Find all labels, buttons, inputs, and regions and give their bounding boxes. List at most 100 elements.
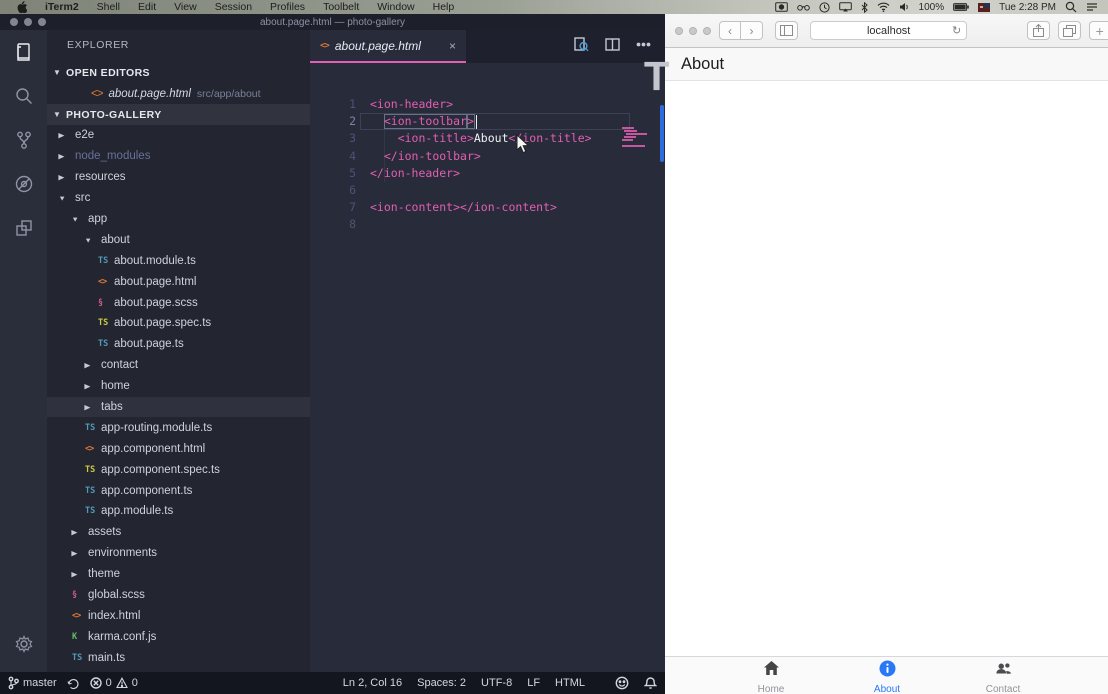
- code-line-2[interactable]: 2 <ion-toolbar>: [310, 113, 665, 130]
- problems-status[interactable]: 00: [90, 677, 138, 689]
- language-mode-status[interactable]: HTML: [555, 677, 585, 689]
- menubar-item-help[interactable]: Help: [424, 0, 464, 14]
- tree-folder-theme[interactable]: ▶theme: [47, 564, 310, 585]
- zoom-window-button[interactable]: [38, 18, 46, 26]
- gear-icon[interactable]: [0, 622, 47, 666]
- tree-file-about-module-ts[interactable]: TSabout.module.ts: [47, 250, 310, 271]
- reload-icon[interactable]: ↻: [952, 24, 961, 37]
- tree-file-about-page-html[interactable]: <>about.page.html: [47, 271, 310, 292]
- tree-file-index-html[interactable]: <>index.html: [47, 605, 310, 626]
- share-button[interactable]: [1027, 21, 1050, 40]
- close-tab-icon[interactable]: ×: [449, 39, 456, 53]
- close-window-button[interactable]: [675, 27, 683, 35]
- vscode-titlebar[interactable]: about.page.html — photo-gallery: [0, 14, 665, 30]
- back-button[interactable]: ‹: [719, 21, 741, 40]
- feedback-smiley-icon[interactable]: [615, 676, 629, 690]
- menubar-item-profiles[interactable]: Profiles: [261, 0, 314, 14]
- menubar-item-window[interactable]: Window: [368, 0, 423, 14]
- menubar-item-session[interactable]: Session: [206, 0, 261, 14]
- tree-file-app-component-html[interactable]: <>app.component.html: [47, 438, 310, 459]
- menubar-item-view[interactable]: View: [165, 0, 206, 14]
- tree-file-about-page-spec-ts[interactable]: TSabout.page.spec.ts: [47, 313, 310, 334]
- menubar-item-toolbelt[interactable]: Toolbelt: [314, 0, 368, 14]
- project-section-header[interactable]: ▼ PHOTO-GALLERY: [47, 104, 310, 125]
- code-line-1[interactable]: 1<ion-header>: [310, 96, 665, 113]
- tree-folder-resources[interactable]: ▶resources: [47, 167, 310, 188]
- tree-file-app-component-ts[interactable]: TSapp.component.ts: [47, 480, 310, 501]
- menubar-item-shell[interactable]: Shell: [88, 0, 129, 14]
- code-line-3[interactable]: 3 <ion-title>About</ion-title>: [310, 130, 665, 147]
- wifi-icon[interactable]: [877, 2, 890, 12]
- menubar-clock[interactable]: Tue 2:28 PM: [999, 2, 1056, 13]
- tree-file-app-routing-module-ts[interactable]: TSapp-routing.module.ts: [47, 417, 310, 438]
- time-machine-icon[interactable]: [819, 2, 830, 13]
- ion-tab-home[interactable]: Home: [713, 657, 829, 694]
- menubar-item-iterm2[interactable]: iTerm2: [36, 0, 88, 14]
- notification-center-icon[interactable]: [1086, 2, 1098, 12]
- input-flag-icon[interactable]: [978, 3, 990, 12]
- find-in-file-icon[interactable]: [574, 37, 589, 57]
- code-line-4[interactable]: 4 </ion-toolbar>: [310, 148, 665, 165]
- tree-folder-environments[interactable]: ▶environments: [47, 543, 310, 564]
- tree-folder-node-modules[interactable]: ▶node_modules: [47, 146, 310, 167]
- tree-folder-about[interactable]: ▼about: [47, 229, 310, 250]
- code-editor[interactable]: 1<ion-header>2 <ion-toolbar>3 <ion-title…: [310, 63, 665, 672]
- tree-folder-assets[interactable]: ▶assets: [47, 522, 310, 543]
- tree-folder-app[interactable]: ▼app: [47, 209, 310, 230]
- volume-icon[interactable]: [899, 2, 910, 12]
- sync-status[interactable]: [67, 677, 80, 690]
- vscode-traffic-lights[interactable]: [0, 18, 46, 26]
- tree-file-global-scss[interactable]: §global.scss: [47, 585, 310, 606]
- glasses-icon[interactable]: [797, 4, 810, 11]
- tree-file-app-component-spec-ts[interactable]: TSapp.component.spec.ts: [47, 459, 310, 480]
- show-all-tabs-button[interactable]: [1058, 21, 1081, 40]
- new-tab-button[interactable]: +: [1089, 21, 1108, 40]
- safari-traffic-lights[interactable]: [665, 27, 711, 35]
- spotlight-icon[interactable]: [1065, 1, 1077, 13]
- airplay-icon[interactable]: [839, 2, 852, 12]
- notifications-bell-icon[interactable]: [644, 676, 657, 690]
- split-editor-icon[interactable]: [605, 37, 620, 57]
- code-line-6[interactable]: 6: [310, 182, 665, 199]
- code-line-7[interactable]: 7<ion-content></ion-content>: [310, 199, 665, 216]
- editor-scrollbar[interactable]: [660, 105, 664, 162]
- extensions-icon[interactable]: [0, 206, 47, 250]
- cursor-position-status[interactable]: Ln 2, Col 16: [343, 677, 402, 689]
- close-window-button[interactable]: [10, 18, 18, 26]
- minimap[interactable]: [622, 96, 656, 156]
- tab-about-page-html[interactable]: <> about.page.html ×: [310, 30, 466, 63]
- minimize-window-button[interactable]: [689, 27, 697, 35]
- eol-status[interactable]: LF: [527, 677, 540, 689]
- debug-icon[interactable]: [0, 162, 47, 206]
- indentation-status[interactable]: Spaces: 2: [417, 677, 466, 689]
- explorer-icon[interactable]: [0, 30, 47, 74]
- code-line-8[interactable]: 8: [310, 216, 665, 233]
- tree-folder-home[interactable]: ▶home: [47, 376, 310, 397]
- code-line-5[interactable]: 5</ion-header>: [310, 165, 665, 182]
- zoom-window-button[interactable]: [703, 27, 711, 35]
- tree-file-about-page-scss[interactable]: §about.page.scss: [47, 292, 310, 313]
- tree-folder-e2e[interactable]: ▶e2e: [47, 125, 310, 146]
- minimize-window-button[interactable]: [24, 18, 32, 26]
- tree-file-app-module-ts[interactable]: TSapp.module.ts: [47, 501, 310, 522]
- tree-folder-src[interactable]: ▼src: [47, 188, 310, 209]
- ion-tab-contact[interactable]: Contact: [945, 657, 1061, 694]
- search-icon[interactable]: [0, 74, 47, 118]
- tree-file-main-ts[interactable]: TSmain.ts: [47, 647, 310, 668]
- tree-folder-contact[interactable]: ▶contact: [47, 355, 310, 376]
- address-bar[interactable]: localhost ↻: [810, 21, 967, 40]
- git-branch-status[interactable]: master: [8, 676, 57, 690]
- tree-file-karma-conf-js[interactable]: Kkarma.conf.js: [47, 626, 310, 647]
- menubar-item-edit[interactable]: Edit: [129, 0, 165, 14]
- bluetooth-icon[interactable]: [861, 2, 868, 13]
- open-editor-item-about-page-html[interactable]: <> about.page.html src/app/about: [47, 83, 310, 104]
- apple-menu[interactable]: [8, 1, 36, 13]
- encoding-status[interactable]: UTF-8: [481, 677, 512, 689]
- ion-tab-about[interactable]: About: [829, 657, 945, 694]
- source-control-icon[interactable]: [0, 118, 47, 162]
- screen-record-icon[interactable]: [775, 2, 788, 12]
- tree-folder-tabs[interactable]: ▶tabs: [47, 397, 310, 418]
- forward-button[interactable]: ›: [741, 21, 763, 40]
- sidebar-toggle-button[interactable]: [775, 21, 798, 40]
- open-editors-section-header[interactable]: ▼ OPEN EDITORS: [47, 62, 310, 83]
